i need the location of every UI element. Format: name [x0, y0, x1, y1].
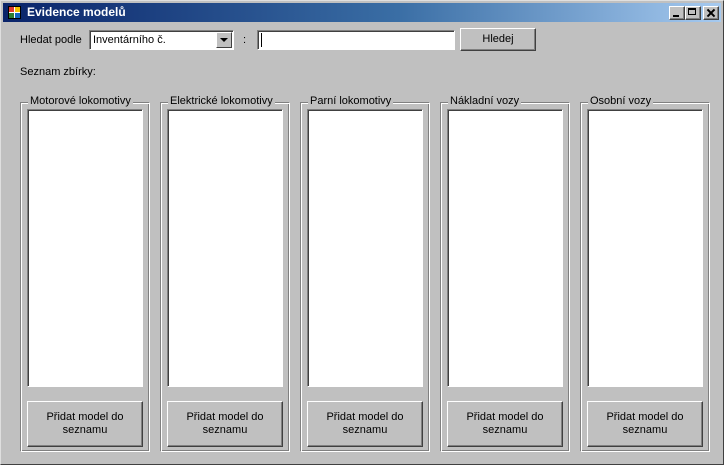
group-osobni-vozy: Osobní vozy Přidat model do seznamu: [580, 94, 710, 452]
group-nakladni-vozy: Nákladní vozy Přidat model do seznamu: [440, 94, 570, 452]
main-window: Evidence modelů Hledat podle Inventárníh…: [0, 0, 724, 465]
group-title: Motorové lokomotivy: [28, 94, 133, 108]
maximize-icon[interactable]: [685, 6, 701, 20]
app-icon[interactable]: [8, 6, 21, 19]
add-model-button[interactable]: Přidat model do seznamu: [27, 401, 143, 447]
search-separator: :: [243, 34, 247, 46]
search-button[interactable]: Hledej: [460, 28, 536, 51]
list-osobni-vozy[interactable]: [587, 109, 703, 387]
add-model-button[interactable]: Přidat model do seznamu: [167, 401, 283, 447]
group-parni-lokomotivy: Parní lokomotivy Přidat model do seznamu: [300, 94, 430, 452]
add-model-button[interactable]: Přidat model do seznamu: [447, 401, 563, 447]
search-label: Hledat podle: [20, 34, 82, 46]
add-model-button[interactable]: Přidat model do seznamu: [587, 401, 703, 447]
list-parni-lokomotivy[interactable]: [307, 109, 423, 387]
list-nakladni-vozy[interactable]: [447, 109, 563, 387]
add-model-button[interactable]: Přidat model do seznamu: [307, 401, 423, 447]
group-title: Parní lokomotivy: [308, 94, 394, 108]
group-motorove-lokomotivy: Motorové lokomotivy Přidat model do sezn…: [20, 94, 150, 452]
window-title: Evidence modelů: [27, 5, 126, 19]
collection-label: Seznam zbírky:: [20, 66, 96, 78]
minimize-icon[interactable]: [669, 6, 685, 20]
list-elektricke-lokomotivy[interactable]: [167, 109, 283, 387]
search-field-value: Inventárního č.: [93, 34, 166, 46]
group-title: Elektrické lokomotivy: [168, 94, 275, 108]
title-bar[interactable]: Evidence modelů: [3, 3, 721, 22]
search-input[interactable]: [257, 30, 455, 50]
search-field-select[interactable]: Inventárního č.: [89, 30, 234, 50]
group-title: Osobní vozy: [588, 94, 654, 108]
group-title: Nákladní vozy: [448, 94, 522, 108]
close-icon[interactable]: [703, 6, 719, 20]
text-caret: [261, 33, 262, 47]
list-motorove-lokomotivy[interactable]: [27, 109, 143, 387]
chevron-down-icon[interactable]: [216, 32, 232, 48]
group-elektricke-lokomotivy: Elektrické lokomotivy Přidat model do se…: [160, 94, 290, 452]
